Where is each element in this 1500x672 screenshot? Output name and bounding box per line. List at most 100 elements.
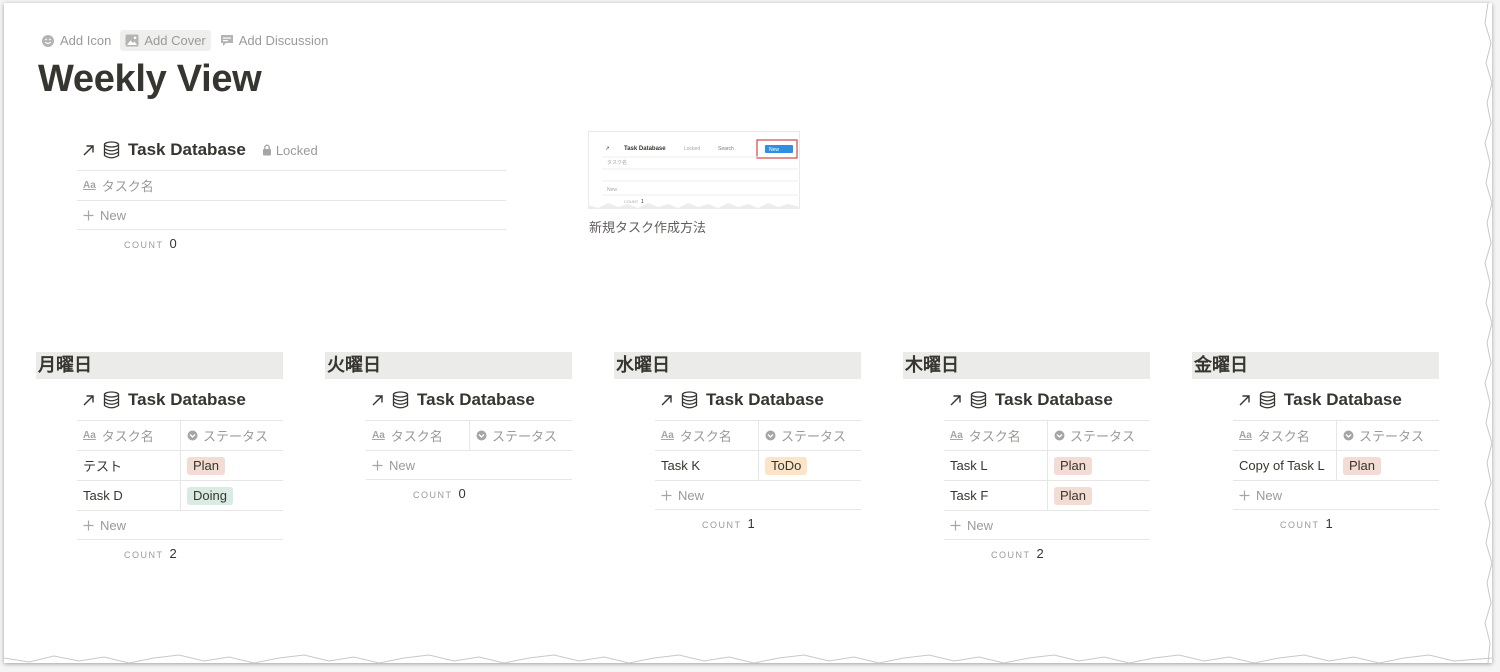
- database-title[interactable]: Task Database: [128, 140, 246, 160]
- table-row[interactable]: Task F Plan: [944, 480, 1150, 510]
- new-row-button[interactable]: New: [366, 450, 572, 480]
- plus-icon: [372, 460, 383, 470]
- status-tag: Plan: [187, 456, 226, 475]
- new-row-label: New: [1256, 487, 1283, 503]
- status-column-header[interactable]: ステータス: [758, 421, 861, 450]
- count-footer[interactable]: COUNT 1: [702, 516, 861, 531]
- arrow-up-right-icon[interactable]: [371, 394, 384, 407]
- database-title[interactable]: Task Database: [128, 390, 246, 410]
- name-column-header[interactable]: Aa タスク名: [655, 421, 758, 450]
- table-row[interactable]: Copy of Task L Plan: [1233, 450, 1439, 480]
- count-footer[interactable]: COUNT 2: [124, 546, 283, 561]
- add-cover-button[interactable]: Add Cover: [120, 30, 211, 51]
- comment-icon: [220, 35, 233, 46]
- task-name-cell[interactable]: Task D: [77, 481, 180, 510]
- status-tag: Plan: [1054, 456, 1093, 475]
- name-column-header[interactable]: Aa タスク名: [1233, 421, 1336, 450]
- arrow-up-right-icon[interactable]: [82, 144, 95, 157]
- new-row-button[interactable]: New: [77, 200, 506, 230]
- new-row-label: New: [678, 487, 705, 503]
- status-cell[interactable]: ToDo: [758, 451, 861, 480]
- table-header-row: Aa タスク名 ステータス: [655, 420, 861, 450]
- new-row-button[interactable]: New: [655, 480, 861, 510]
- status-column-label: ステータス: [1070, 429, 1136, 444]
- arrow-up-right-icon[interactable]: [660, 394, 673, 407]
- table-header-row: Aa タスク名 ステータス: [1233, 420, 1439, 450]
- day-header-monday: 月曜日: [36, 352, 283, 379]
- locked-label: Locked: [275, 142, 318, 158]
- name-column-header[interactable]: Aa タスク名: [77, 421, 180, 450]
- task-name-cell[interactable]: Copy of Task L: [1233, 451, 1336, 480]
- arrow-up-right-icon[interactable]: [949, 394, 962, 407]
- status-column-header[interactable]: ステータス: [1047, 421, 1150, 450]
- status-cell[interactable]: Plan: [1047, 481, 1150, 510]
- add-icon-button[interactable]: Add Icon: [36, 30, 116, 51]
- task-name-cell[interactable]: テスト: [77, 451, 180, 480]
- new-row-button[interactable]: New: [77, 510, 283, 540]
- status-cell[interactable]: Plan: [1047, 451, 1150, 480]
- thumb-db-title: Task Database: [624, 146, 666, 152]
- plus-icon: [83, 520, 94, 530]
- database-icon: [103, 141, 120, 159]
- count-footer[interactable]: COUNT 0: [413, 486, 572, 501]
- table-row[interactable]: テスト Plan: [77, 450, 283, 480]
- day-header-thursday: 木曜日: [903, 352, 1150, 379]
- new-row-label: New: [967, 517, 994, 533]
- status-column-label: ステータス: [492, 429, 558, 444]
- day-header-wednesday: 水曜日: [614, 352, 861, 379]
- status-cell[interactable]: Plan: [180, 451, 283, 480]
- new-task-howto-image[interactable]: ↗ Task Database Locked Search New タスク名 N…: [588, 131, 800, 209]
- count-footer[interactable]: COUNT 1: [1280, 516, 1439, 531]
- name-column-label: タスク名: [390, 429, 443, 444]
- image-icon: [125, 34, 139, 47]
- name-column-label: タスク名: [101, 179, 154, 194]
- name-column-label: タスク名: [101, 429, 154, 444]
- new-row-label: New: [100, 207, 127, 223]
- count-footer[interactable]: COUNT 0: [124, 236, 506, 251]
- database-title[interactable]: Task Database: [706, 390, 824, 410]
- task-name: Copy of Task L: [1239, 458, 1325, 473]
- count-value: 2: [169, 546, 177, 561]
- database-title[interactable]: Task Database: [1284, 390, 1402, 410]
- name-column-header[interactable]: Aa タスク名: [77, 171, 154, 200]
- new-row-button[interactable]: New: [1233, 480, 1439, 510]
- count-value: 0: [458, 486, 466, 501]
- database-title[interactable]: Task Database: [417, 390, 535, 410]
- count-label: COUNT: [1280, 520, 1320, 530]
- status-column-header[interactable]: ステータス: [180, 421, 283, 450]
- status-icon: [765, 430, 776, 441]
- status-tag: Plan: [1054, 486, 1093, 505]
- database-title[interactable]: Task Database: [995, 390, 1113, 410]
- task-name: Task K: [661, 458, 701, 473]
- plus-icon: [1239, 490, 1250, 500]
- arrow-up-right-icon[interactable]: [1238, 394, 1251, 407]
- table-row[interactable]: Task L Plan: [944, 450, 1150, 480]
- status-column-label: ステータス: [203, 429, 269, 444]
- lock-icon: [262, 144, 271, 156]
- task-database-thursday: Task Database Aa タスク名 ステータス Task L Plan Task F…: [944, 380, 1150, 561]
- status-column-label: ステータス: [781, 429, 847, 444]
- task-database-friday: Task Database Aa タスク名 ステータス Copy of Task L Pl…: [1233, 380, 1439, 531]
- name-column-label: タスク名: [968, 429, 1021, 444]
- status-column-header[interactable]: ステータス: [1336, 421, 1439, 450]
- database-icon: [103, 391, 120, 409]
- count-footer[interactable]: COUNT 2: [991, 546, 1150, 561]
- thumb-count-value: 1: [641, 199, 644, 205]
- locked-indicator[interactable]: Locked: [262, 143, 318, 158]
- arrow-up-right-icon[interactable]: [82, 394, 95, 407]
- status-column-label: ステータス: [1359, 429, 1425, 444]
- task-name-cell[interactable]: Task F: [944, 481, 1047, 510]
- new-row-button[interactable]: New: [944, 510, 1150, 540]
- status-tag: ToDo: [765, 456, 808, 475]
- status-cell[interactable]: Doing: [180, 481, 283, 510]
- task-name: テスト: [83, 459, 123, 474]
- name-column-header[interactable]: Aa タスク名: [366, 421, 469, 450]
- name-column-header[interactable]: Aa タスク名: [944, 421, 1047, 450]
- status-column-header[interactable]: ステータス: [469, 421, 572, 450]
- add-discussion-button[interactable]: Add Discussion: [215, 30, 334, 51]
- task-name-cell[interactable]: Task K: [655, 451, 758, 480]
- table-row[interactable]: Task D Doing: [77, 480, 283, 510]
- status-cell[interactable]: Plan: [1336, 451, 1439, 480]
- task-name-cell[interactable]: Task L: [944, 451, 1047, 480]
- table-row[interactable]: Task K ToDo: [655, 450, 861, 480]
